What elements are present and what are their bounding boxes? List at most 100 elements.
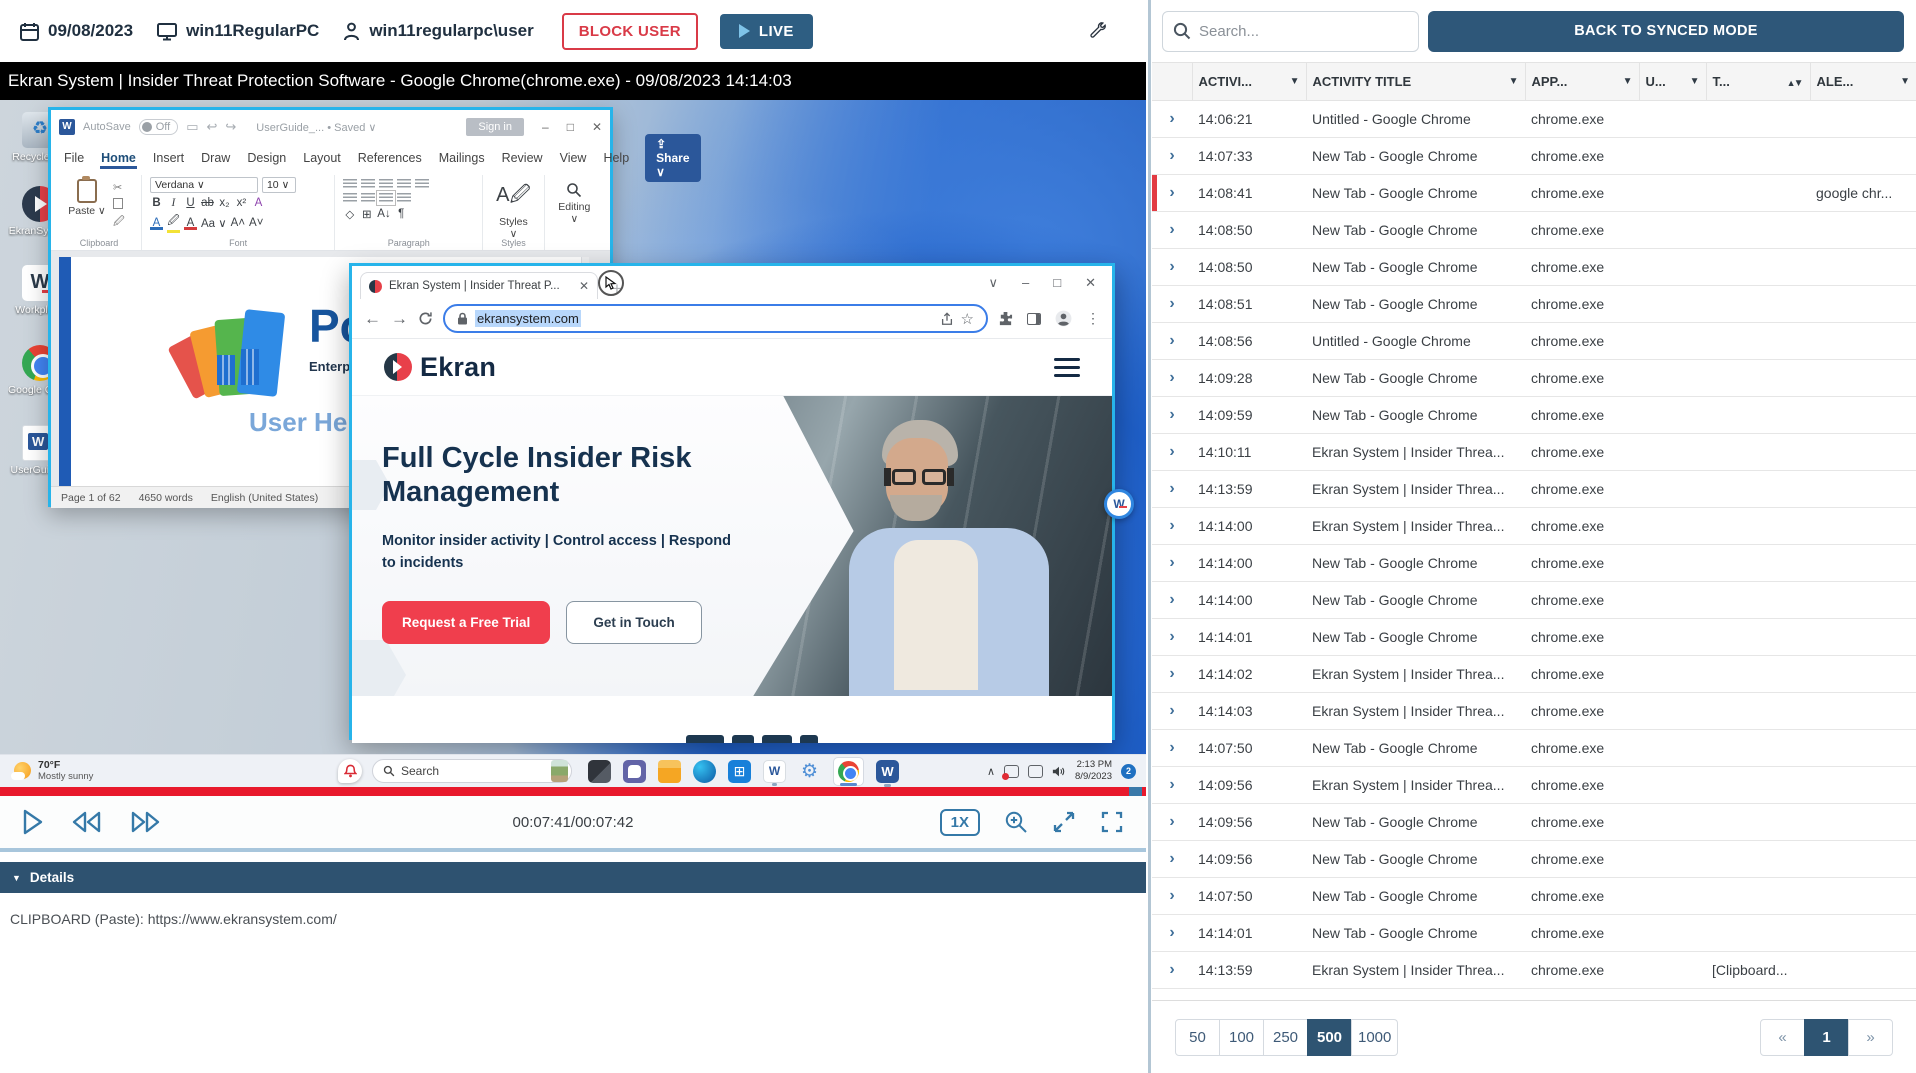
- strikethrough-button[interactable]: ab: [201, 197, 214, 209]
- expand-chevron-icon[interactable]: ›: [1169, 850, 1174, 867]
- table-row[interactable]: › 14:14:01 New Tab - Google Chrome chrom…: [1152, 915, 1916, 952]
- side-panel-icon[interactable]: [1027, 313, 1041, 325]
- search-input[interactable]: [1162, 11, 1419, 52]
- chrome-maximize-button[interactable]: □: [1053, 275, 1061, 291]
- font-size-select[interactable]: 10 ∨: [262, 177, 296, 193]
- filter-icon[interactable]: ▼: [1290, 76, 1300, 87]
- table-row[interactable]: › 14:07:50 New Tab - Google Chrome chrom…: [1152, 730, 1916, 767]
- word-tab-file[interactable]: File: [63, 147, 85, 169]
- expand-chevron-icon[interactable]: ›: [1169, 739, 1174, 756]
- expand-chevron-icon[interactable]: ›: [1169, 184, 1174, 201]
- table-row[interactable]: › 14:09:28 New Tab - Google Chrome chrom…: [1152, 360, 1916, 397]
- playback-progress-bar[interactable]: [0, 787, 1146, 796]
- expand-chevron-icon[interactable]: ›: [1169, 295, 1174, 312]
- session-video-frame[interactable]: Recycle Bin EkranSyste... W Workplace Go…: [0, 100, 1146, 787]
- filter-icon[interactable]: ▼: [1900, 76, 1910, 87]
- scrubber-handle[interactable]: [1129, 787, 1142, 796]
- page-size-100[interactable]: 100: [1219, 1019, 1264, 1056]
- expand-chevron-icon[interactable]: ›: [1169, 887, 1174, 904]
- table-row[interactable]: › 14:14:02 Ekran System | Insider Threa.…: [1152, 656, 1916, 693]
- expand-chevron-icon[interactable]: ›: [1169, 332, 1174, 349]
- word-tab-layout[interactable]: Layout: [302, 147, 342, 169]
- styles-icon[interactable]: A🖉: [491, 180, 535, 214]
- tab-close-icon[interactable]: ✕: [579, 279, 589, 293]
- font-name-select[interactable]: Verdana ∨: [150, 177, 258, 193]
- word-tab-review[interactable]: Review: [501, 147, 544, 169]
- save-icon[interactable]: ▭: [186, 119, 198, 135]
- expand-chevron-icon[interactable]: ›: [1169, 517, 1174, 534]
- decrease-indent-icon[interactable]: [397, 179, 411, 189]
- table-row[interactable]: › 14:13:59 Ekran System | Insider Threa.…: [1152, 471, 1916, 508]
- table-row[interactable]: › 14:08:41 New Tab - Google Chrome chrom…: [1152, 175, 1916, 212]
- expand-chevron-icon[interactable]: ›: [1169, 110, 1174, 127]
- align-justify-icon[interactable]: [379, 193, 393, 203]
- get-in-touch-button[interactable]: Get in Touch: [566, 601, 702, 644]
- expand-chevron-icon[interactable]: ›: [1169, 443, 1174, 460]
- bookmark-star-icon[interactable]: ☆: [961, 310, 974, 328]
- current-page-button[interactable]: 1: [1804, 1019, 1849, 1056]
- word-tab-design[interactable]: Design: [246, 147, 287, 169]
- shrink-font-button[interactable]: A˅: [249, 217, 263, 229]
- page-size-50[interactable]: 50: [1175, 1019, 1220, 1056]
- word-share-button[interactable]: ⇪ Share ∨: [645, 134, 700, 182]
- word-maximize-button[interactable]: □: [567, 120, 574, 134]
- table-row[interactable]: › 14:06:21 Untitled - Google Chrome chro…: [1152, 101, 1916, 138]
- font-color-button[interactable]: A: [184, 217, 197, 230]
- copy-icon[interactable]: [113, 198, 123, 209]
- page-size-250[interactable]: 250: [1263, 1019, 1308, 1056]
- table-row[interactable]: › 14:14:00 Ekran System | Insider Threa.…: [1152, 508, 1916, 545]
- font-color-accent-button[interactable]: A: [150, 217, 163, 230]
- align-center-icon[interactable]: [361, 193, 375, 203]
- highlight-button[interactable]: 🖉: [167, 213, 180, 233]
- prev-page-button[interactable]: «: [1760, 1019, 1805, 1056]
- extensions-puzzle-icon[interactable]: [998, 311, 1013, 326]
- word-tab-insert[interactable]: Insert: [152, 147, 185, 169]
- hamburger-menu-icon[interactable]: [1054, 358, 1080, 377]
- back-icon[interactable]: ←: [364, 309, 381, 329]
- page-size-500[interactable]: 500: [1307, 1019, 1352, 1056]
- table-row[interactable]: › 14:08:50 New Tab - Google Chrome chrom…: [1152, 249, 1916, 286]
- bold-button[interactable]: B: [150, 197, 163, 209]
- italic-button[interactable]: I: [167, 197, 180, 209]
- table-row[interactable]: › 14:07:50 New Tab - Google Chrome chrom…: [1152, 878, 1916, 915]
- table-row[interactable]: › 14:07:33 New Tab - Google Chrome chrom…: [1152, 138, 1916, 175]
- grow-font-button[interactable]: A˄: [231, 217, 245, 229]
- pilcrow-icon[interactable]: ¶: [395, 208, 408, 220]
- word-tab-mailings[interactable]: Mailings: [438, 147, 486, 169]
- word-tab-draw[interactable]: Draw: [200, 147, 231, 169]
- expand-chevron-icon[interactable]: ›: [1169, 776, 1174, 793]
- number-list-icon[interactable]: [361, 179, 375, 189]
- expand-chevron-icon[interactable]: ›: [1169, 628, 1174, 645]
- filter-icon[interactable]: ▼: [1690, 76, 1700, 87]
- cut-icon[interactable]: ✂: [113, 181, 125, 194]
- column-activity-time[interactable]: ACTIVI...▼: [1192, 63, 1306, 101]
- table-row[interactable]: › 14:09:59 New Tab - Google Chrome chrom…: [1152, 397, 1916, 434]
- live-button[interactable]: LIVE: [720, 14, 813, 49]
- autosave-toggle[interactable]: Off: [139, 119, 178, 135]
- table-row[interactable]: › 14:13:59 Ekran System | Insider Threa.…: [1152, 952, 1916, 989]
- expand-chevron-icon[interactable]: ›: [1169, 813, 1174, 830]
- filter-icon[interactable]: ▼: [1509, 76, 1519, 87]
- shading-icon[interactable]: ◇: [343, 207, 356, 221]
- column-activity-title[interactable]: ACTIVITY TITLE▼: [1306, 63, 1525, 101]
- line-spacing-icon[interactable]: [397, 193, 411, 203]
- align-left-icon[interactable]: [343, 193, 357, 203]
- expand-chevron-icon[interactable]: ›: [1169, 554, 1174, 571]
- word-tab-help[interactable]: Help: [602, 147, 630, 169]
- next-page-button[interactable]: »: [1848, 1019, 1893, 1056]
- table-row[interactable]: › 14:10:11 Ekran System | Insider Threa.…: [1152, 434, 1916, 471]
- redo-icon[interactable]: ↪: [225, 119, 236, 135]
- format-painter-icon[interactable]: 🖉: [113, 213, 125, 232]
- editing-find-icon[interactable]: [566, 182, 582, 198]
- workplace-floating-badge[interactable]: W: [1104, 489, 1134, 519]
- sort-icon[interactable]: A↓: [377, 208, 390, 220]
- word-tab-view[interactable]: View: [559, 147, 588, 169]
- details-header[interactable]: ▼ Details: [0, 862, 1146, 893]
- filter-icon[interactable]: ▼: [1794, 78, 1804, 89]
- bullet-list-icon[interactable]: [343, 179, 357, 189]
- back-to-synced-mode-button[interactable]: BACK TO SYNCED MODE: [1428, 11, 1904, 52]
- table-row[interactable]: › 14:09:56 Ekran System | Insider Threa.…: [1152, 767, 1916, 804]
- expand-chevron-icon[interactable]: ›: [1169, 591, 1174, 608]
- chrome-menu-icon[interactable]: ⋮: [1086, 310, 1100, 327]
- chrome-profile-chevron-icon[interactable]: ∨: [988, 275, 998, 291]
